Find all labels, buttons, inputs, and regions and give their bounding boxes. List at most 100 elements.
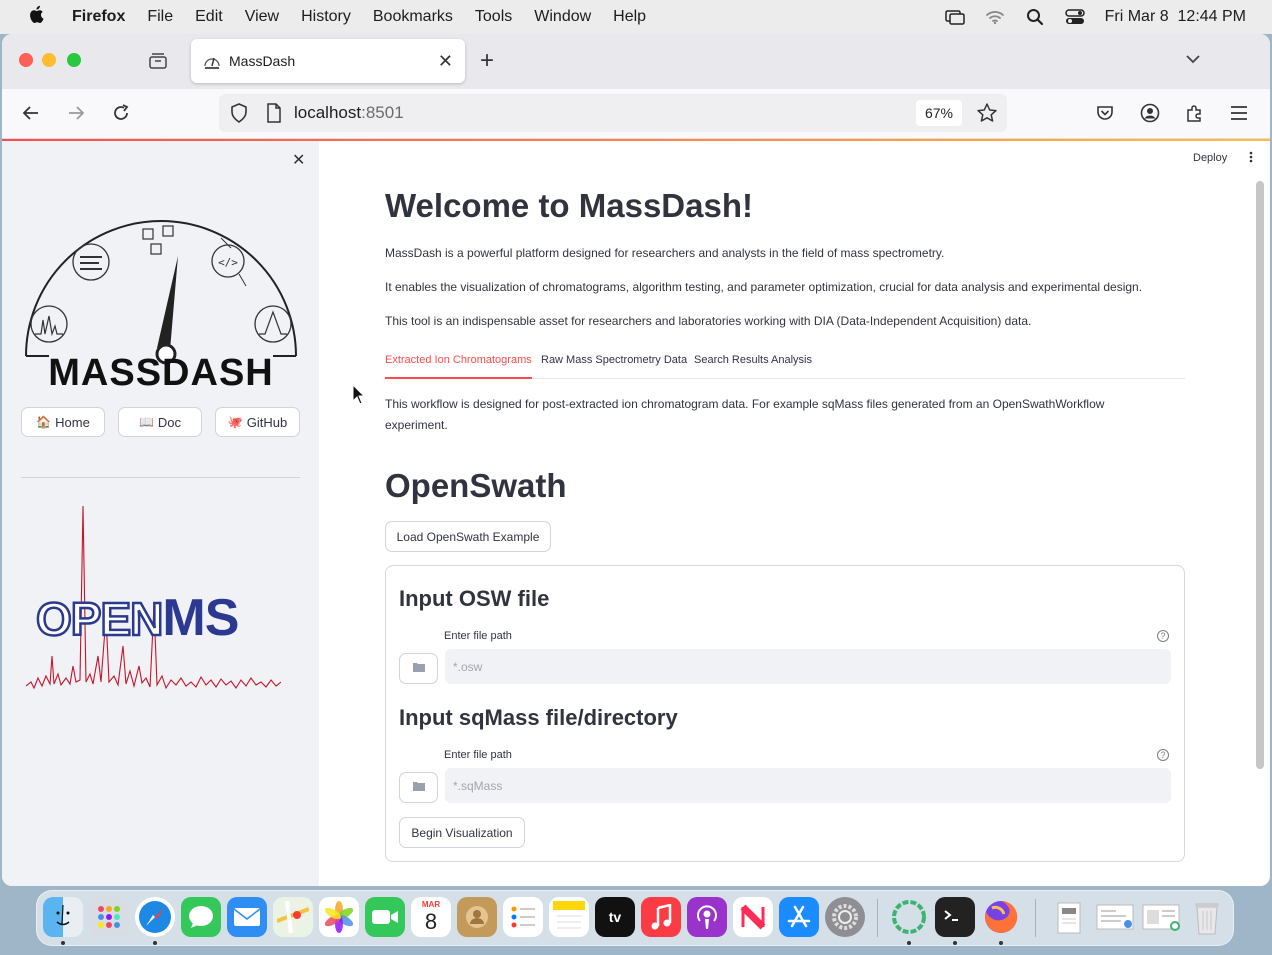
intro-paragraph-3: This tool is an indispensable asset for … xyxy=(385,314,1032,328)
safari-compass-icon[interactable] xyxy=(135,897,175,937)
window-close-button[interactable] xyxy=(19,53,33,67)
notes-icon[interactable] xyxy=(549,897,589,937)
maps-icon[interactable] xyxy=(273,897,313,937)
facetime-icon[interactable] xyxy=(365,897,405,937)
apple-icon[interactable] xyxy=(28,5,56,29)
octopus-icon: 🐙 xyxy=(227,415,243,429)
menu-edit[interactable]: Edit xyxy=(195,8,223,26)
firefox-view-icon[interactable] xyxy=(148,51,168,69)
github-button-label: GitHub xyxy=(246,414,288,430)
tab-close-icon[interactable]: ✕ xyxy=(438,51,453,72)
main-scrollbar[interactable] xyxy=(1256,181,1264,769)
deploy-button[interactable]: Deploy xyxy=(1193,152,1227,164)
menu-file[interactable]: File xyxy=(147,8,173,26)
macos-menubar: Firefox File Edit View History Bookmarks… xyxy=(0,0,1272,34)
mouse-cursor-icon xyxy=(352,383,366,411)
workflow-description-line-1: This workflow is designed for post-extra… xyxy=(385,397,1105,411)
menubar-clock[interactable]: Fri Mar 8 12:44 PM xyxy=(1105,8,1246,26)
folder-icon xyxy=(412,779,426,797)
app-store-icon[interactable] xyxy=(779,897,819,937)
browser-tab-massdash[interactable]: MassDash ✕ xyxy=(191,39,465,83)
folder-icon xyxy=(412,660,426,678)
terminal-icon[interactable] xyxy=(935,897,975,937)
tab-bar: MassDash ✕ + xyxy=(2,34,1270,89)
account-icon[interactable] xyxy=(1139,102,1161,124)
firefox-icon[interactable] xyxy=(981,897,1021,937)
reload-icon[interactable] xyxy=(110,102,132,124)
openms-logo: OPENMS xyxy=(25,505,282,696)
massdash-favicon-icon xyxy=(203,52,221,70)
hamburger-menu-icon[interactable] xyxy=(1228,102,1250,124)
window-minimize-button[interactable] xyxy=(42,53,56,67)
osw-browse-folder-button[interactable] xyxy=(399,653,438,684)
document-stack-icon[interactable] xyxy=(1049,897,1089,937)
mail-icon[interactable] xyxy=(227,897,267,937)
trash-icon[interactable] xyxy=(1187,897,1227,937)
menu-bookmarks[interactable]: Bookmarks xyxy=(373,8,453,26)
podcasts-icon[interactable] xyxy=(687,897,727,937)
openswath-section-title: OpenSwath xyxy=(385,467,567,504)
music-note-icon[interactable] xyxy=(641,897,681,937)
menu-tools[interactable]: Tools xyxy=(475,8,512,26)
menu-window[interactable]: Window xyxy=(534,8,591,26)
contacts-icon[interactable] xyxy=(457,897,497,937)
svg-text:</>: </> xyxy=(218,256,238,269)
bookmark-star-icon[interactable] xyxy=(976,102,998,129)
kebab-menu-icon[interactable] xyxy=(1249,150,1253,163)
reminders-icon[interactable] xyxy=(503,897,543,937)
news-icon[interactable] xyxy=(733,897,773,937)
list-all-tabs-chevron-down-icon[interactable] xyxy=(1184,50,1202,68)
begin-visualization-button[interactable]: Begin Visualization xyxy=(399,817,525,848)
url-text[interactable]: localhost:8501 xyxy=(294,103,404,123)
screenshot-file-icon[interactable] xyxy=(1095,897,1135,937)
menu-view[interactable]: View xyxy=(245,8,279,26)
menu-firefox[interactable]: Firefox xyxy=(72,8,125,26)
osw-help-question-icon[interactable]: ? xyxy=(1157,630,1169,642)
sqmass-help-question-icon[interactable]: ? xyxy=(1157,749,1169,761)
spotlight-search-icon[interactable] xyxy=(1025,9,1045,26)
osw-file-path-label: Enter file path xyxy=(444,630,512,642)
pocket-icon[interactable] xyxy=(1094,102,1116,124)
url-bar[interactable]: localhost:8501 67% xyxy=(219,94,1007,132)
house-icon: 🏠 xyxy=(36,415,52,429)
home-button[interactable]: 🏠 Home xyxy=(21,407,105,437)
sidebar-close-icon[interactable]: ✕ xyxy=(292,150,305,170)
tab-title: MassDash xyxy=(229,53,296,69)
window-zoom-button[interactable] xyxy=(67,53,81,67)
launchpad-icon[interactable] xyxy=(89,897,129,937)
back-arrow-icon[interactable] xyxy=(20,102,42,124)
control-center-icon[interactable] xyxy=(1064,9,1085,25)
screenshot-file-icon[interactable] xyxy=(1141,897,1181,937)
menu-help[interactable]: Help xyxy=(613,8,646,26)
apple-tv-label: tv xyxy=(608,909,622,925)
photos-icon[interactable] xyxy=(319,897,359,937)
calendar-day: 8 xyxy=(424,909,438,934)
load-openswath-example-button[interactable]: Load OpenSwath Example xyxy=(385,521,551,552)
forward-arrow-icon[interactable] xyxy=(65,102,87,124)
apple-tv-icon[interactable]: tv xyxy=(595,897,635,937)
calendar-icon[interactable]: MAR 8 xyxy=(411,897,451,937)
osw-file-path-input[interactable] xyxy=(445,649,1171,684)
page-title: Welcome to MassDash! xyxy=(385,187,753,224)
page-info-icon[interactable] xyxy=(266,103,282,128)
finder-icon[interactable] xyxy=(43,897,83,937)
zoom-level-indicator[interactable]: 67% xyxy=(915,100,962,126)
openms-logo-text: OPENMS xyxy=(35,589,240,647)
messages-icon[interactable] xyxy=(181,897,221,937)
wifi-icon[interactable] xyxy=(985,9,1005,25)
doc-button[interactable]: 📖 Doc xyxy=(118,407,202,437)
sqmass-browse-folder-button[interactable] xyxy=(399,772,438,803)
sqmass-file-path-input[interactable] xyxy=(445,768,1171,803)
menu-history[interactable]: History xyxy=(301,8,351,26)
tracking-protection-shield-icon[interactable] xyxy=(230,103,248,128)
input-form-card: Input OSW file Enter file path ? Input s… xyxy=(385,565,1185,862)
system-settings-gear-icon[interactable] xyxy=(825,897,865,937)
extensions-puzzle-icon[interactable] xyxy=(1184,102,1206,124)
tab-search-results-analysis[interactable]: Search Results Analysis xyxy=(694,354,812,366)
screen-mirroring-icon[interactable] xyxy=(944,9,965,25)
github-button[interactable]: 🐙 GitHub xyxy=(215,407,300,437)
tab-raw-mass-spectrometry-data[interactable]: Raw Mass Spectrometry Data xyxy=(541,354,687,366)
tab-extracted-ion-chromatograms[interactable]: Extracted Ion Chromatograms xyxy=(385,354,532,379)
new-tab-icon[interactable]: + xyxy=(480,47,494,75)
activity-ring-app-icon[interactable] xyxy=(889,897,929,937)
